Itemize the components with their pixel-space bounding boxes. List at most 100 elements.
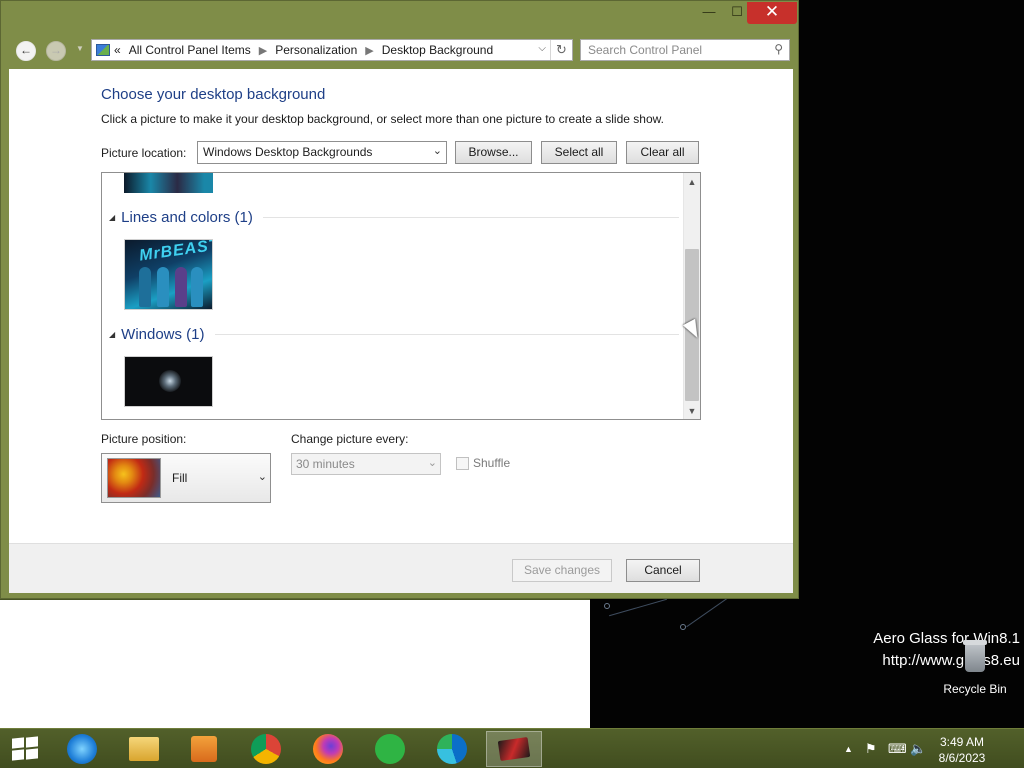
search-icon[interactable]: ⚲ — [774, 42, 783, 56]
media-player-icon — [191, 736, 217, 762]
green-notes-button[interactable] — [362, 731, 418, 767]
position-preview-image — [107, 458, 161, 498]
thumbnail-figure — [157, 267, 169, 307]
title-bar[interactable]: — ☐ ✕ — [1, 1, 798, 29]
page-title: Choose your desktop background — [101, 86, 326, 103]
search-box[interactable]: ⚲ — [580, 39, 790, 61]
chrome-button[interactable] — [238, 731, 294, 767]
picture-location-value: Windows Desktop Backgrounds — [203, 145, 373, 159]
wallpaper-dot — [604, 603, 610, 609]
desktop-white-area — [0, 600, 590, 728]
refresh-icon[interactable]: ↻ — [550, 40, 572, 60]
collapse-triangle-icon[interactable]: ◢ — [109, 213, 115, 222]
collapse-triangle-icon[interactable]: ◢ — [109, 330, 115, 339]
picture-position-label: Picture position: — [101, 432, 187, 446]
media-player-button[interactable] — [176, 731, 232, 767]
gallery-scrollbar[interactable]: ▲ ▼ — [683, 173, 700, 419]
breadcrumb-personalization[interactable]: Personalization — [275, 43, 357, 57]
shuffle-option[interactable]: Shuffle — [456, 456, 510, 470]
firefox-button[interactable] — [300, 731, 356, 767]
internet-explorer-button[interactable] — [54, 731, 110, 767]
picture-position-value: Fill — [172, 471, 188, 485]
thumbnail-logo-text: MrBEAST — [138, 239, 213, 265]
edge-button[interactable] — [424, 731, 480, 767]
chrome-icon — [251, 734, 281, 764]
back-button[interactable]: ← — [16, 41, 36, 61]
file-explorer-button[interactable] — [116, 731, 172, 767]
thumbnail-figure — [175, 267, 187, 307]
breadcrumb-desktop-background[interactable]: Desktop Background — [382, 43, 493, 57]
group-title: Lines and colors (1) — [121, 209, 253, 226]
breadcrumb-separator-icon[interactable]: ▶ — [259, 44, 267, 57]
action-center-flag-icon[interactable]: ⚑ — [865, 741, 877, 757]
chevron-down-icon: ⌄ — [257, 471, 267, 483]
clear-all-button[interactable]: Clear all — [626, 141, 699, 164]
wallpaper-line — [609, 598, 667, 617]
change-picture-every-value: 30 minutes — [296, 457, 355, 471]
scroll-up-arrow-icon[interactable]: ▲ — [684, 177, 700, 187]
picture-position-select[interactable]: Fill ⌄ — [101, 453, 271, 503]
wallpaper-line — [686, 597, 728, 628]
control-panel-window: — ☐ ✕ ← → ▼ « All Control Panel Items ▶ … — [0, 0, 799, 599]
recent-pages-chevron-icon[interactable]: ▼ — [76, 44, 84, 53]
green-notes-icon — [375, 734, 405, 764]
start-button[interactable] — [12, 736, 38, 761]
navigation-bar: ← → ▼ « All Control Panel Items ▶ Person… — [1, 35, 798, 65]
recycle-bin-shortcut[interactable]: Recycle Bin — [930, 636, 1020, 696]
shuffle-label: Shuffle — [473, 456, 511, 470]
address-bar[interactable]: « All Control Panel Items ▶ Personalizat… — [91, 39, 573, 61]
breadcrumb-overflow[interactable]: « — [114, 43, 121, 57]
content-pane: Choose your desktop background Click a p… — [9, 69, 793, 593]
clock-date: 8/6/2023 — [938, 751, 986, 765]
close-button[interactable]: ✕ — [747, 2, 797, 24]
firefox-icon — [313, 734, 343, 764]
clock-time: 3:49 AM — [939, 735, 985, 749]
clock[interactable]: 3:49 AM 8/6/2023 — [932, 734, 992, 766]
picture-location-select[interactable]: Windows Desktop Backgrounds ⌄ — [197, 141, 447, 164]
address-dropdown-chevron-icon[interactable]: ⌵ — [538, 43, 546, 54]
thumbnail-orb — [159, 370, 181, 392]
file-explorer-icon — [129, 737, 159, 761]
wallpaper-thumbnail[interactable]: MrBEAST — [124, 239, 213, 310]
edge-icon — [437, 734, 467, 764]
personalization-button[interactable] — [486, 731, 542, 767]
thumbnail-figure — [139, 267, 151, 307]
breadcrumb-all-control-panel-items[interactable]: All Control Panel Items — [129, 43, 251, 57]
shuffle-checkbox[interactable] — [456, 456, 469, 470]
thumbnail-figure — [191, 267, 203, 307]
group-header-windows[interactable]: ◢ Windows (1) — [109, 326, 679, 343]
group-header-lines-and-colors[interactable]: ◢ Lines and colors (1) — [109, 209, 679, 226]
recycle-bin-icon — [960, 636, 990, 674]
group-divider — [214, 334, 679, 335]
internet-explorer-icon — [67, 734, 97, 764]
cancel-button[interactable]: Cancel — [626, 559, 700, 582]
group-divider — [262, 217, 679, 218]
search-input[interactable] — [581, 40, 761, 60]
wallpaper-dot — [680, 624, 686, 630]
forward-button[interactable]: → — [46, 41, 66, 61]
group-title: Windows (1) — [121, 326, 205, 343]
personalization-icon — [497, 737, 531, 761]
volume-icon[interactable]: 🔈 — [910, 741, 926, 757]
change-picture-every-label: Change picture every: — [291, 432, 409, 446]
system-tray: ▲ ⚑ ⌨ 🔈 3:49 AM 8/6/2023 — [824, 729, 1024, 768]
recycle-bin-label: Recycle Bin — [943, 682, 1007, 696]
save-changes-button[interactable]: Save changes — [512, 559, 612, 582]
minimize-button[interactable]: — — [695, 2, 723, 24]
select-all-button[interactable]: Select all — [541, 141, 617, 164]
chevron-down-icon: ⌄ — [432, 145, 442, 157]
wallpaper-thumbnail[interactable] — [124, 356, 213, 407]
chevron-down-icon: ⌄ — [427, 457, 437, 469]
control-panel-icon — [96, 44, 110, 56]
scroll-down-arrow-icon[interactable]: ▼ — [684, 406, 700, 416]
taskbar: ▲ ⚑ ⌨ 🔈 3:49 AM 8/6/2023 — [0, 728, 1024, 768]
network-icon[interactable]: ⌨ — [888, 741, 907, 757]
browse-button[interactable]: Browse... — [455, 141, 532, 164]
partial-thumbnail[interactable] — [124, 173, 213, 193]
change-picture-every-select[interactable]: 30 minutes ⌄ — [291, 453, 441, 475]
dialog-footer: Save changes Cancel — [9, 543, 793, 593]
breadcrumb-separator-icon[interactable]: ▶ — [365, 44, 373, 57]
picture-gallery[interactable]: ◢ Lines and colors (1) MrBEAST ◢ Windows… — [101, 172, 701, 420]
show-hidden-icons-chevron-icon[interactable]: ▲ — [844, 744, 853, 754]
picture-location-label: Picture location: — [101, 146, 187, 160]
